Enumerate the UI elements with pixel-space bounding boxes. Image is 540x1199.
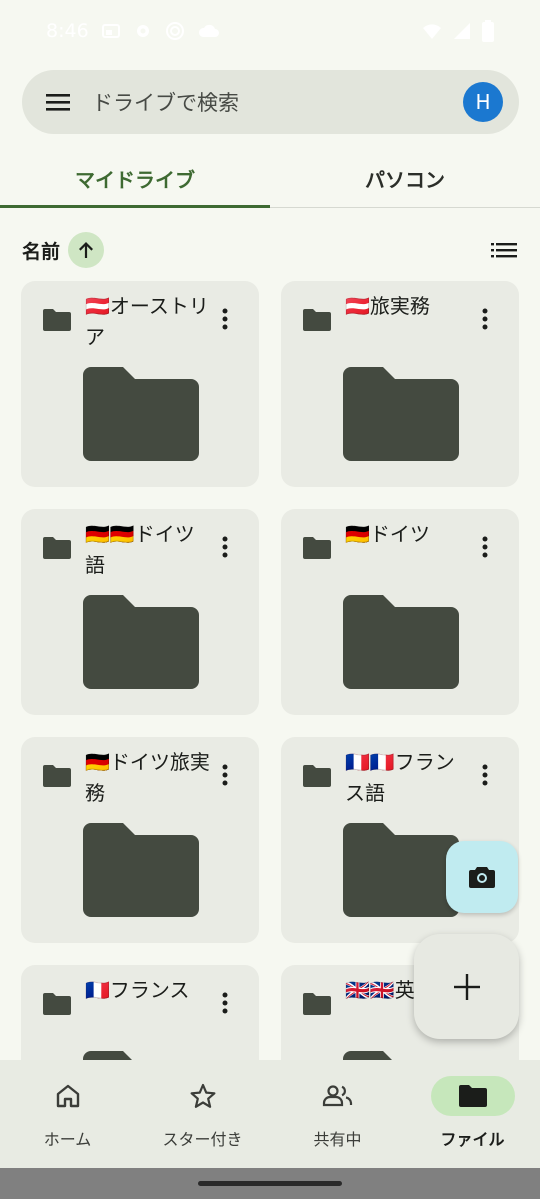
menu-icon[interactable]: [46, 90, 70, 114]
more-vert-icon: [482, 764, 488, 786]
gesture-bar: [0, 1168, 540, 1199]
folder-card[interactable]: 🇦🇹オーストリア: [21, 281, 259, 487]
signal-icon: [454, 23, 470, 39]
nav-files-label: ファイル: [440, 1130, 505, 1149]
folder-icon: [43, 765, 71, 787]
more-options-button[interactable]: [213, 989, 237, 1017]
cast-icon: [101, 24, 120, 38]
folder-card-header: 🇦🇹オーストリア: [43, 291, 237, 353]
folder-icon: [303, 765, 331, 787]
more-options-button[interactable]: [213, 761, 237, 789]
status-bar: 8:46: [0, 0, 540, 62]
people-icon: [322, 1085, 352, 1107]
nav-home-icon-wrap: [26, 1076, 110, 1116]
wifi-icon: [423, 24, 441, 39]
folder-title: 🇦🇹旅実務: [345, 294, 430, 318]
search-bar[interactable]: ドライブで検索 H: [22, 70, 519, 134]
tab-bar: マイドライブ パソコン: [0, 150, 540, 208]
more-vert-icon: [482, 536, 488, 558]
nav-starred-icon-wrap: [161, 1076, 245, 1116]
list-view-icon: [491, 243, 517, 258]
avatar[interactable]: H: [463, 82, 503, 122]
folder-thumbnail-icon: [343, 367, 459, 461]
folder-title: 🇫🇷フランス: [85, 978, 190, 1002]
folder-thumbnail-icon: [83, 367, 199, 461]
tab-computers[interactable]: パソコン: [270, 150, 540, 207]
tab-my-drive[interactable]: マイドライブ: [0, 150, 270, 208]
sort-row: 名前: [22, 232, 518, 268]
sort-direction-button[interactable]: [68, 232, 105, 268]
nav-starred-label: スター付き: [162, 1130, 243, 1149]
folder-title: 🇩🇪ドイツ旅実務: [85, 750, 210, 805]
folder-icon: [303, 993, 331, 1015]
status-right: [422, 20, 494, 42]
folder-card[interactable]: 🇩🇪ドイツ旅実務: [21, 737, 259, 943]
nav-home[interactable]: ホーム: [0, 1060, 135, 1168]
more-options-button[interactable]: [473, 761, 497, 789]
folder-title: 🇫🇷🇫🇷フランス語: [345, 750, 455, 805]
more-vert-icon: [482, 308, 488, 330]
folder-thumbnail-icon: [83, 823, 199, 917]
more-options-button[interactable]: [473, 305, 497, 333]
more-options-button[interactable]: [213, 305, 237, 333]
folder-title: 🇩🇪ドイツ: [345, 522, 430, 546]
nav-shared[interactable]: 共有中: [270, 1060, 405, 1168]
folder-thumbnail-icon: [83, 595, 199, 689]
cloud-icon: [198, 24, 219, 37]
status-left: 8:46: [46, 20, 221, 42]
folder-card[interactable]: 🇦🇹旅実務: [281, 281, 519, 487]
arrow-up-icon: [79, 242, 94, 258]
folder-thumbnail-icon: [343, 823, 459, 917]
folder-icon: [43, 993, 71, 1015]
folder-card-header: 🇫🇷🇫🇷フランス語: [303, 747, 497, 809]
search-input[interactable]: ドライブで検索: [92, 87, 463, 117]
folder-icon: [43, 537, 71, 559]
folder-card-header: 🇩🇪🇩🇪ドイツ語: [43, 519, 237, 581]
folder-card-header: 🇦🇹旅実務: [303, 291, 497, 333]
folder-icon: [303, 309, 331, 331]
camera-icon: [469, 867, 495, 888]
target-icon: [165, 22, 184, 40]
more-vert-icon: [222, 536, 228, 558]
nav-home-label: ホーム: [43, 1130, 92, 1149]
more-vert-icon: [222, 992, 228, 1014]
list-view-button[interactable]: [490, 236, 518, 264]
battery-icon: [482, 20, 494, 42]
tab-computers-label: パソコン: [365, 168, 445, 192]
bottom-navigation: ホーム スター付き 共有中 ファイル: [0, 1060, 540, 1168]
nav-shared-icon-wrap: [296, 1076, 380, 1116]
folder-card-header: 🇩🇪ドイツ旅実務: [43, 747, 237, 809]
new-button[interactable]: [414, 934, 519, 1039]
folder-card-header: 🇫🇷フランス: [43, 975, 237, 1017]
folder-card[interactable]: 🇩🇪ドイツ: [281, 509, 519, 715]
more-vert-icon: [222, 764, 228, 786]
folder-icon: [458, 1085, 487, 1107]
avatar-initial: H: [475, 90, 491, 114]
more-vert-icon: [222, 308, 228, 330]
tab-my-drive-label: マイドライブ: [75, 168, 195, 192]
status-time: 8:46: [46, 20, 89, 42]
plus-icon: [453, 973, 480, 1000]
folder-title: 🇩🇪🇩🇪ドイツ語: [85, 522, 195, 577]
more-options-button[interactable]: [473, 533, 497, 561]
more-options-button[interactable]: [213, 533, 237, 561]
home-gesture-handle[interactable]: [198, 1181, 342, 1186]
sort-label[interactable]: 名前: [22, 237, 60, 264]
folder-card[interactable]: 🇩🇪🇩🇪ドイツ語: [21, 509, 259, 715]
nav-files[interactable]: ファイル: [405, 1060, 540, 1168]
folder-card-header: 🇩🇪ドイツ: [303, 519, 497, 561]
folder-icon: [43, 309, 71, 331]
nav-starred[interactable]: スター付き: [135, 1060, 270, 1168]
home-icon: [56, 1084, 79, 1108]
nav-files-icon-wrap: [430, 1076, 515, 1116]
nav-shared-label: 共有中: [313, 1130, 362, 1149]
folder-title: 🇦🇹オーストリア: [85, 294, 209, 349]
settings-gear-icon: [136, 25, 149, 37]
folder-icon: [303, 537, 331, 559]
folder-thumbnail-icon: [343, 595, 459, 689]
star-icon: [190, 1083, 215, 1108]
scan-camera-button[interactable]: [446, 841, 518, 913]
